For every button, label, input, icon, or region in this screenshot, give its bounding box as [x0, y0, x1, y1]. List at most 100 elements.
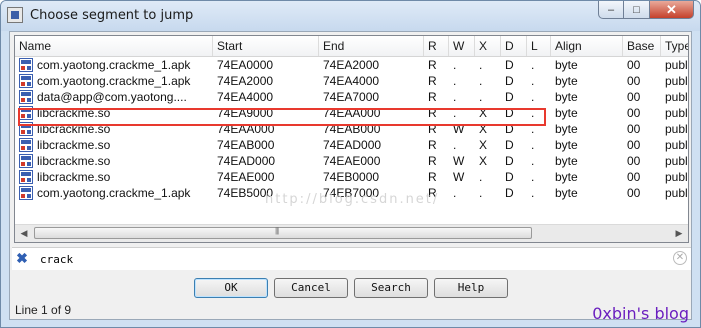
cell-d: D: [505, 138, 514, 152]
quick-filter-bar: ✖ ✕: [12, 247, 691, 270]
ok-button[interactable]: OK: [194, 278, 268, 298]
cell-w: .: [453, 106, 457, 120]
cell-base: 00: [627, 186, 641, 200]
column-header-r[interactable]: R: [424, 36, 449, 56]
segment-row[interactable]: libcrackme.so 74EA9000 74EAA000 R. X D. byte 00…: [15, 105, 688, 121]
segment-row[interactable]: libcrackme.so 74EAE000 74EB0000 R W. D. byte 00…: [15, 169, 688, 185]
segment-row[interactable]: data@app@com.yaotong.... 74EA4000 74EA7000…: [15, 89, 688, 105]
cell-align: byte: [555, 154, 578, 168]
blog-brand-text: 0xbin's blog: [592, 304, 689, 323]
cell-l: .: [531, 74, 535, 88]
dialog-title: Choose segment to jump: [30, 8, 194, 23]
cell-end: 74EAA000: [323, 106, 381, 120]
cell-base: 00: [627, 138, 641, 152]
filter-input[interactable]: [40, 251, 640, 267]
cell-type: public: [665, 74, 688, 88]
cell-l: .: [531, 170, 535, 184]
cell-end: 74EA4000: [323, 74, 380, 88]
cell-x: X: [479, 106, 488, 120]
cell-w: .: [453, 74, 457, 88]
cell-w: W: [453, 154, 465, 168]
column-header-w[interactable]: W: [449, 36, 475, 56]
cell-start: 74EAD000: [217, 154, 276, 168]
segment-row[interactable]: libcrackme.so 74EAD000 74EAE000 R W X D. byte 00…: [15, 153, 688, 169]
cell-d: D: [505, 170, 514, 184]
cell-end: 74EAE000: [323, 154, 381, 168]
segment-icon: [19, 154, 33, 168]
cell-align: byte: [555, 170, 578, 184]
cell-r: R: [428, 154, 437, 168]
cell-l: .: [531, 154, 535, 168]
cell-x: .: [479, 74, 483, 88]
segment-list[interactable]: Name Start End R W X D L Align Base Type com.yaoto…: [14, 35, 689, 243]
close-button[interactable]: ✕: [650, 1, 694, 19]
segment-row[interactable]: com.yaotong.crackme_1.apk 74EA0000 74EA200…: [15, 57, 688, 73]
cell-d: D: [505, 90, 514, 104]
column-header-type[interactable]: Type: [661, 36, 688, 56]
scrollbar-thumb[interactable]: [34, 226, 532, 239]
segment-icon: [19, 138, 33, 152]
segment-icon: [19, 170, 33, 184]
cell-r: R: [428, 74, 437, 88]
segment-rows: com.yaotong.crackme_1.apk 74EA0000 74EA200…: [15, 57, 688, 201]
column-header-l[interactable]: L: [527, 36, 551, 56]
scroll-left-icon[interactable]: ◀: [17, 227, 31, 239]
cell-name: libcrackme.so: [37, 170, 111, 184]
cell-align: byte: [555, 74, 578, 88]
segment-icon: [19, 90, 33, 104]
segment-icon: [19, 58, 33, 72]
filter-close-icon[interactable]: ✖: [14, 250, 30, 266]
cell-align: byte: [555, 122, 578, 136]
cell-x: X: [479, 122, 488, 136]
cell-end: 74EAD000: [323, 138, 382, 152]
cell-name: libcrackme.so: [37, 138, 111, 152]
cell-name: libcrackme.so: [37, 122, 111, 136]
help-button[interactable]: Help: [434, 278, 508, 298]
cell-name: com.yaotong.crackme_1.apk: [37, 186, 191, 200]
maximize-icon: □: [633, 3, 640, 16]
title-bar[interactable]: Choose segment to jump – □ ✕: [1, 1, 700, 31]
maximize-button[interactable]: □: [624, 1, 650, 19]
button-row: OK Cancel Search Help: [10, 278, 691, 300]
segment-icon: [19, 186, 33, 200]
segment-row[interactable]: com.yaotong.crackme_1.apk 74EA2000 74EA400…: [15, 73, 688, 89]
clear-icon[interactable]: ✕: [673, 251, 687, 265]
cell-type: public: [665, 138, 688, 152]
cell-align: byte: [555, 138, 578, 152]
cell-end: 74EA7000: [323, 90, 380, 104]
cell-w: .: [453, 186, 457, 200]
cell-type: public: [665, 170, 688, 184]
cell-end: 74EAB000: [323, 122, 381, 136]
dialog-window: Choose segment to jump – □ ✕ Name Start En…: [0, 0, 701, 328]
column-header-name[interactable]: Name: [15, 36, 213, 56]
column-header-x[interactable]: X: [475, 36, 501, 56]
column-header-base[interactable]: Base: [623, 36, 661, 56]
segment-row[interactable]: libcrackme.so 74EAA000 74EAB000 R W X D. byte 00…: [15, 121, 688, 137]
segment-icon: [19, 122, 33, 136]
search-button[interactable]: Search: [354, 278, 428, 298]
scroll-right-icon[interactable]: ▶: [672, 227, 686, 239]
horizontal-scrollbar[interactable]: ◀ ▶: [15, 224, 688, 242]
minimize-icon: –: [607, 3, 615, 16]
cell-start: 74EA4000: [217, 90, 274, 104]
watermark-text: http://blog.csdn.net/: [265, 192, 440, 207]
cell-w: W: [453, 170, 465, 184]
minimize-button[interactable]: –: [598, 1, 624, 19]
column-header-end[interactable]: End: [319, 36, 424, 56]
cell-d: D: [505, 122, 514, 136]
cell-type: public: [665, 58, 688, 72]
cell-align: byte: [555, 90, 578, 104]
cancel-button[interactable]: Cancel: [274, 278, 348, 298]
cell-start: 74EA0000: [217, 58, 274, 72]
cell-align: byte: [555, 106, 578, 120]
cell-x: .: [479, 90, 483, 104]
cell-base: 00: [627, 122, 641, 136]
cell-l: .: [531, 122, 535, 136]
cell-type: public: [665, 90, 688, 104]
segment-row[interactable]: libcrackme.so 74EAB000 74EAD000 R. X D. byte 00…: [15, 137, 688, 153]
column-header-align[interactable]: Align: [551, 36, 623, 56]
cell-base: 00: [627, 170, 641, 184]
column-header-d[interactable]: D: [501, 36, 527, 56]
cell-r: R: [428, 170, 437, 184]
column-header-start[interactable]: Start: [213, 36, 319, 56]
